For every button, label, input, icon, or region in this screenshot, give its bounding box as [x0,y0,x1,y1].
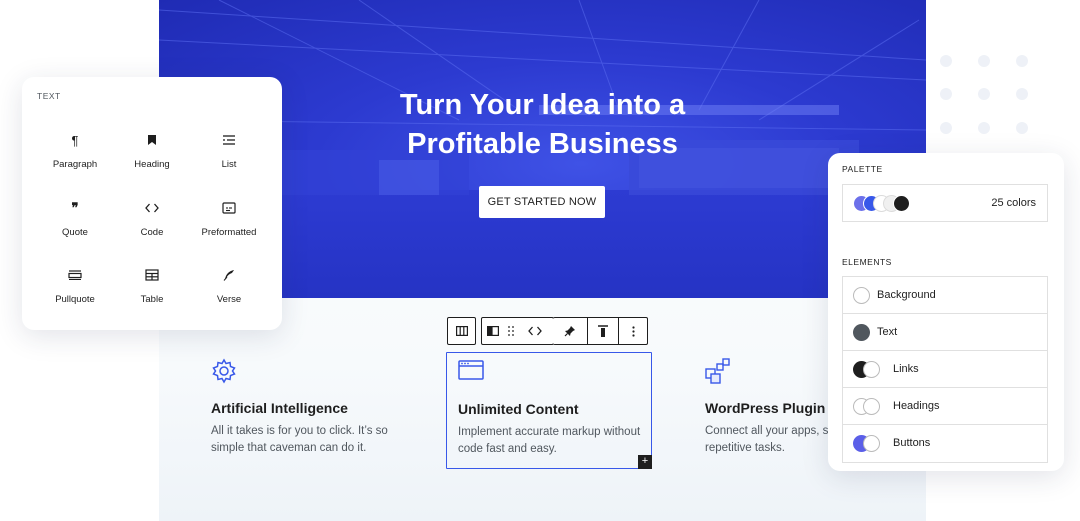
element-label: Links [893,363,919,375]
palette-swatches [853,195,923,212]
code-icon [113,198,191,218]
block-heading[interactable]: Heading [113,130,191,170]
element-row-buttons[interactable]: Buttons [843,425,1047,462]
feature-card-ai[interactable]: Artificial Intelligence All it takes is … [211,352,416,468]
gear-icon [211,358,237,384]
quill-icon [190,265,268,285]
block-label: Verse [216,294,242,305]
inserter-category-heading: TEXT [37,91,61,101]
columns-icon[interactable] [448,318,475,344]
pullquote-icon [36,265,114,285]
block-pullquote[interactable]: Pullquote [36,265,114,305]
color-indicator [853,361,883,378]
align-top-icon[interactable] [588,318,618,344]
list-icon [190,130,268,150]
code-icon[interactable] [518,318,552,344]
feature-title: Unlimited Content [458,401,579,417]
block-label: Quote [62,227,88,238]
block-preformatted[interactable]: Preformatted [190,198,268,238]
block-label: List [221,159,237,170]
element-label: Text [877,326,898,338]
pin-icon[interactable] [553,318,587,344]
plugin-blocks-icon [705,358,731,384]
browser-window-icon [458,359,484,385]
paragraph-icon: ¶ [71,132,79,148]
element-label: Headings [893,400,940,412]
element-row-headings[interactable]: Headings [843,388,1047,425]
bookmark-icon [113,130,191,150]
element-row-text[interactable]: Text [843,314,1047,351]
quote-icon: ❞ [71,200,79,215]
element-row-links[interactable]: Links [843,351,1047,388]
color-indicator [853,398,883,415]
block-code[interactable]: Code [113,198,191,238]
feature-description: Connect all your apps, s repetitive task… [705,425,829,454]
block-toolbar-tools [553,317,648,345]
block-label: Code [140,227,164,238]
palette-count: 25 colors [991,197,1036,209]
feature-card-content-selected[interactable]: Unlimited Content Implement accurate mar… [446,352,652,469]
block-label: Paragraph [52,159,98,170]
palette-button[interactable]: 25 colors [842,184,1048,222]
color-indicator [853,435,883,452]
block-type-icon[interactable] [482,318,504,344]
color-indicator [853,324,873,341]
block-toolbar-parent [447,317,476,345]
table-icon [113,265,191,285]
drag-handle-icon[interactable] [504,318,518,344]
block-toolbar-main [481,317,554,345]
palette-heading: PALETTE [842,164,883,174]
global-styles-panel: PALETTE 25 colors ELEMENTS Background Te… [828,153,1064,471]
block-label: Table [140,294,164,305]
feature-description: All it takes is for you to click. It’s s… [211,425,388,454]
element-label: Buttons [893,437,931,449]
more-options-icon[interactable] [619,318,647,344]
preformatted-icon [190,198,268,218]
elements-list: Background Text Links Headings Buttons [842,276,1048,463]
block-label: Pullquote [55,294,95,305]
block-paragraph[interactable]: ¶ Paragraph [36,130,114,171]
feature-title: WordPress Plugin [705,400,826,416]
element-row-background[interactable]: Background [843,277,1047,314]
block-label: Heading [134,159,170,170]
feature-card-plugin[interactable]: WordPress Plugin Connect all your apps, … [705,352,829,468]
block-table[interactable]: Table [113,265,191,305]
decorative-dots [940,55,1040,135]
color-indicator [853,287,873,304]
block-verse[interactable]: Verse [190,265,268,305]
block-quote[interactable]: ❞ Quote [36,198,114,238]
feature-description: Implement accurate markup without code f… [458,426,641,455]
element-label: Background [877,289,936,301]
add-block-button[interactable]: + [638,455,652,469]
block-label: Preformatted [201,227,257,238]
block-inserter-panel: TEXT ¶ Paragraph Heading List ❞ Quote Co… [22,77,282,330]
elements-heading: ELEMENTS [842,257,892,267]
block-list[interactable]: List [190,130,268,170]
get-started-button[interactable]: GET STARTED NOW [479,186,605,218]
swatch [893,195,910,212]
feature-title: Artificial Intelligence [211,400,348,416]
